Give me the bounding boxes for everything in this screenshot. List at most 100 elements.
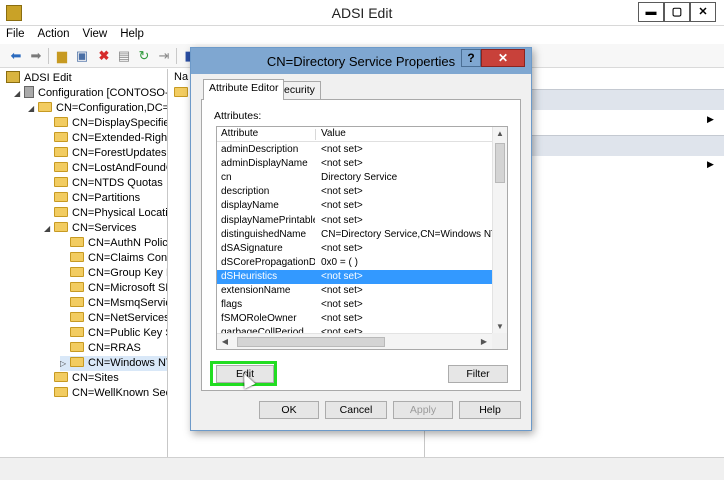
export-icon[interactable]: ⇥	[156, 48, 172, 64]
tree-item[interactable]: CN=Claims Confi	[70, 251, 167, 266]
scroll-left-icon[interactable]: ◀	[218, 335, 232, 349]
attribute-row[interactable]: fSMORoleOwner <not set>	[217, 312, 493, 326]
refresh-icon[interactable]: ↻	[136, 48, 152, 64]
tree-item[interactable]: CN=WellKnown Secu	[54, 386, 167, 401]
folder-icon	[38, 102, 52, 112]
attributes-list-header: Attribute Value	[217, 127, 493, 142]
folder-icon	[70, 267, 84, 277]
attribute-row[interactable]: extensionName <not set>	[217, 284, 493, 298]
up-folder-icon[interactable]: ▆	[54, 48, 70, 64]
tree-item[interactable]: CN=Group Key D	[70, 266, 167, 281]
scroll-up-icon[interactable]: ▲	[493, 127, 507, 141]
attribute-name: adminDisplayName	[221, 158, 308, 170]
attribute-row[interactable]: adminDescription <not set>	[217, 143, 493, 157]
menu-action[interactable]: Action	[32, 26, 77, 40]
tree-pane: ADSI Edit ◢ Configuration [CONTOSO-D ◢ CN=…	[0, 69, 168, 457]
folder-icon	[70, 237, 84, 247]
collapse-arrow-icon[interactable]: ◢	[44, 221, 54, 236]
tree-config-dc[interactable]: ◢ CN=Configuration,DC=	[28, 101, 167, 116]
menu-file[interactable]: File	[0, 26, 32, 40]
dialog-close-button[interactable]: ✕	[481, 49, 525, 67]
back-arrow-icon[interactable]: ⬅	[8, 48, 24, 64]
maximize-button[interactable]: ▢	[664, 2, 690, 22]
tree-item[interactable]: CN=Public Key Se	[70, 326, 167, 341]
column-divider[interactable]	[315, 129, 316, 140]
attribute-row[interactable]: description <not set>	[217, 185, 493, 199]
filter-button[interactable]: Filter	[448, 365, 508, 383]
folder-icon	[54, 117, 68, 127]
attribute-row[interactable]: adminDisplayName <not set>	[217, 157, 493, 171]
toolbar-separator	[48, 48, 49, 64]
scrollbar-corner	[492, 333, 507, 349]
dialog-help-button[interactable]: ?	[461, 49, 481, 67]
properties-dialog: CN=Directory Service Properties ? ✕ Attr…	[190, 47, 532, 431]
attribute-name: fSMORoleOwner	[221, 313, 297, 325]
tree-item[interactable]: CN=NetServices	[70, 311, 167, 326]
more-actions-arrow-icon[interactable]: ▶	[707, 114, 714, 125]
attribute-row[interactable]: displayName <not set>	[217, 199, 493, 213]
tree-item[interactable]: CN=Partitions	[54, 191, 140, 206]
folder-icon	[54, 387, 68, 397]
cancel-button[interactable]: Cancel	[325, 401, 387, 419]
tree-item[interactable]: CN=LostAndFoundC	[54, 161, 167, 176]
collapse-arrow-icon[interactable]: ◢	[28, 101, 38, 116]
horizontal-scroll-thumb[interactable]	[237, 337, 385, 347]
horizontal-scrollbar[interactable]: ◀ ▶	[217, 333, 493, 349]
attribute-row[interactable]: flags <not set>	[217, 298, 493, 312]
details-column-header[interactable]: Na	[174, 71, 188, 83]
ok-button[interactable]: OK	[259, 401, 319, 419]
scroll-right-icon[interactable]: ▶	[477, 335, 491, 349]
column-header-attribute[interactable]: Attribute	[221, 127, 258, 141]
vertical-scrollbar[interactable]: ▲ ▼	[492, 127, 507, 334]
tree-item[interactable]: CN=NTDS Quotas	[54, 176, 163, 191]
properties-icon[interactable]: ▤	[116, 48, 132, 64]
folder-icon	[70, 357, 84, 367]
tree-item-services[interactable]: ◢ CN=Services	[44, 221, 137, 236]
vertical-scroll-thumb[interactable]	[495, 143, 505, 183]
tree-item[interactable]: CN=AuthN Policy	[70, 236, 167, 251]
scroll-down-icon[interactable]: ▼	[493, 320, 507, 334]
delete-icon[interactable]: ✖	[96, 48, 112, 64]
tree-item[interactable]: CN=Microsoft SP	[70, 281, 167, 296]
tree-root-adsi-edit[interactable]: ADSI Edit	[6, 71, 72, 86]
attribute-row[interactable]: dSHeuristics <not set>	[217, 269, 493, 284]
attribute-row[interactable]: dSASignature <not set>	[217, 242, 493, 256]
column-header-value[interactable]: Value	[321, 127, 346, 141]
tree-item[interactable]: CN=Physical Locatio	[54, 206, 167, 221]
attributes-list[interactable]: Attribute Value adminDescription <not set…	[216, 126, 508, 350]
minimize-button[interactable]: ▬	[638, 2, 664, 22]
server-icon	[24, 86, 34, 98]
tree-item[interactable]: CN=Sites	[54, 371, 119, 386]
attribute-value: <not set>	[321, 299, 363, 311]
apply-button[interactable]: Apply	[393, 401, 453, 419]
tree-item[interactable]: CN=MsmqService	[70, 296, 167, 311]
menu-view[interactable]: View	[77, 26, 115, 40]
help-button[interactable]: Help	[459, 401, 521, 419]
tree-item[interactable]: CN=Extended-Rights	[54, 131, 167, 146]
tab-attribute-editor[interactable]: Attribute Editor	[203, 79, 285, 100]
attribute-name: cn	[221, 172, 232, 184]
tree-item[interactable]: CN=RRAS	[70, 341, 141, 356]
attribute-name: dSHeuristics	[221, 270, 278, 282]
tree-configuration[interactable]: ◢ Configuration [CONTOSO-D	[14, 86, 167, 101]
tree-root-label: ADSI Edit	[24, 72, 72, 84]
close-window-button[interactable]: ✕	[690, 2, 716, 22]
forward-arrow-icon[interactable]: ➡	[28, 48, 44, 64]
expand-arrow-icon[interactable]: ▷	[60, 356, 70, 371]
attribute-row[interactable]: dSCorePropagationD... 0x0 = ( )	[217, 256, 493, 270]
toolbar-separator	[176, 48, 177, 64]
attribute-row[interactable]: displayNamePrintable <not set>	[217, 214, 493, 228]
collapse-arrow-icon[interactable]: ◢	[14, 86, 24, 101]
folder-icon	[54, 207, 68, 217]
dialog-title-bar: CN=Directory Service Properties ? ✕	[191, 48, 531, 74]
attribute-row[interactable]: cn Directory Service	[217, 171, 493, 185]
tree-item-windows-nt[interactable]: ▷ CN=Windows NT	[60, 356, 167, 371]
attribute-name: dSASignature	[221, 242, 283, 254]
tree-item[interactable]: CN=ForestUpdates	[54, 146, 166, 161]
show-hide-tree-icon[interactable]: ▣	[74, 48, 90, 64]
attribute-row[interactable]: distinguishedName CN=Directory Service,CN…	[217, 228, 493, 242]
menu-help[interactable]: Help	[114, 26, 151, 40]
tree-item[interactable]: CN=DisplaySpecifiers	[54, 116, 167, 131]
more-actions-arrow-icon[interactable]: ▶	[707, 159, 714, 170]
attribute-value: <not set>	[321, 158, 363, 170]
